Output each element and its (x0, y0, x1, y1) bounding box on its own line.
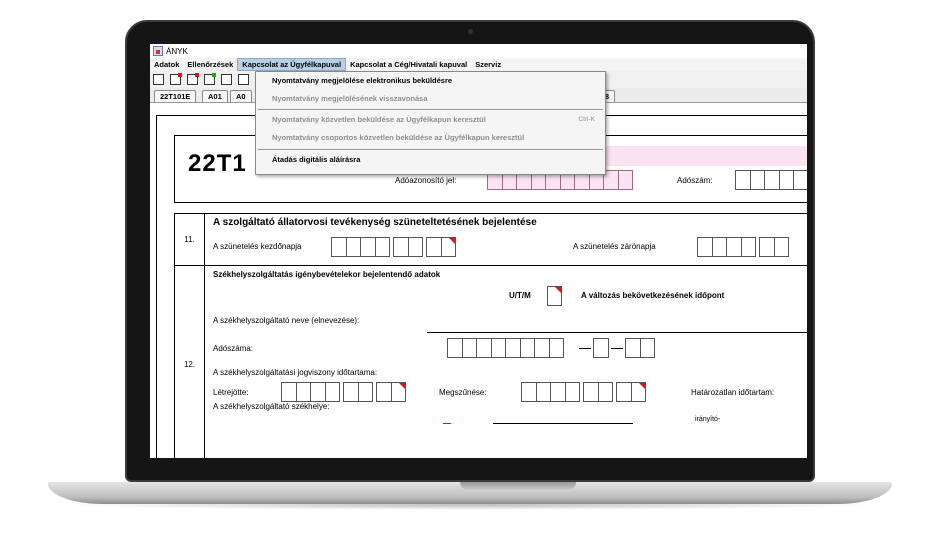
suspension-end-field[interactable] (697, 237, 789, 257)
section-12-number: 12. (175, 266, 205, 458)
contract-period-label: A székhelyszolgáltatási jogviszony időta… (213, 368, 378, 377)
menu-adatok[interactable]: Adatok (150, 58, 183, 71)
tab-22t101e[interactable]: 22T101E (154, 90, 197, 102)
menu-item-label: Átadás digitális aláírásra (272, 155, 361, 164)
seat-line (493, 423, 633, 424)
tax-number-label: Adószám: (677, 176, 713, 185)
provider-tax-number-label: Adószáma: (213, 344, 254, 353)
save-mark-icon[interactable] (204, 73, 216, 85)
menu-item-shortcut: Ctrl-K (578, 116, 595, 123)
menu-item-label: Nyomtatvány megjelölésének visszavonása (272, 94, 428, 103)
tax-number-dash (579, 348, 591, 349)
menu-item-digital-signature[interactable]: Átadás digitális aláírásra (256, 151, 605, 169)
tax-number-dash-2 (611, 348, 623, 349)
tab-a01[interactable]: A01 (202, 90, 228, 102)
menu-separator (258, 149, 603, 150)
seat-marker (443, 423, 451, 424)
app-icon (153, 46, 163, 56)
menu-item-revoke-mark[interactable]: Nyomtatvány megjelölésének visszavonása (256, 90, 605, 108)
section-11-number: 11. (175, 214, 205, 265)
menu-bar: Adatok Ellenőrzések Kapcsolat az Ügyfélk… (150, 58, 807, 71)
menu-ceg-hivatali-kapu[interactable]: Kapcsolat a Cég/Hivatali kapuval (346, 58, 471, 71)
section-12-title: Székhelyszolgáltatás igénybevételekor be… (213, 270, 441, 279)
laptop-base (48, 482, 892, 504)
indefinite-period-label: Határozatlan időtartam: (691, 388, 775, 397)
menu-separator (258, 109, 603, 110)
suspension-end-label: A szünetelés zárónapja (573, 242, 656, 251)
postal-code-label: irányító- (695, 416, 721, 423)
menu-ugyfelkapu[interactable]: Kapcsolat az Ügyfélkapuval (237, 58, 347, 71)
section-11-title: A szolgáltató állatorvosi tevékenység sz… (213, 217, 537, 228)
open-icon[interactable] (153, 74, 164, 85)
provider-tax-number-county-field[interactable] (625, 338, 655, 358)
utm-label: U/T/M (509, 291, 531, 300)
provider-seat-label: A székhelyszolgáltató székhelye: (213, 402, 330, 411)
screen: ÁNYK Adatok Ellenőrzések Kapcsolat az Üg… (150, 44, 807, 458)
section-11: 11. A szolgáltató állatorvosi tevékenysé… (174, 213, 807, 266)
provider-tax-number-check-field[interactable] (593, 338, 609, 358)
print-icon[interactable] (221, 74, 232, 85)
provider-tax-number-field[interactable] (447, 338, 564, 358)
suspension-start-field[interactable] (331, 237, 456, 257)
ugyfelkapu-dropdown-menu: Nyomtatvány megjelölése elektronikus bek… (255, 71, 606, 175)
section-12: 12. Székhelyszolgáltatás igénybevételeko… (174, 265, 807, 458)
tax-id-label: Adóazonosító jel: (395, 176, 457, 185)
terminated-date-field[interactable] (521, 382, 646, 402)
settings-icon[interactable] (238, 74, 249, 85)
suspension-start-label: A szünetelés kezdőnapja (213, 242, 302, 251)
menu-item-label: Nyomtatvány közvetlen beküldése az Ügyfé… (272, 115, 486, 124)
menu-ellenorzesek[interactable]: Ellenőrzések (183, 58, 237, 71)
menu-item-group-direct-submit[interactable]: Nyomtatvány csoportos közvetlen beküldés… (256, 129, 605, 147)
save-send-icon[interactable] (187, 73, 199, 85)
menu-item-label: Nyomtatvány csoportos közvetlen beküldés… (272, 133, 525, 142)
menu-item-direct-submit[interactable]: Nyomtatvány közvetlen beküldése az Ügyfé… (256, 111, 605, 129)
menu-item-mark-for-submission[interactable]: Nyomtatvány megjelölése elektronikus bek… (256, 72, 605, 90)
title-bar: ÁNYK (150, 44, 807, 58)
laptop-notch (460, 482, 576, 490)
tax-number-field[interactable] (735, 170, 807, 190)
created-date-field[interactable] (281, 382, 406, 402)
change-date-label: A változás bekövetkezésének időpont (581, 291, 725, 300)
tab-a0[interactable]: A0 (230, 90, 252, 102)
provider-name-line (427, 332, 807, 333)
terminated-label: Megszűnése: (439, 388, 487, 397)
menu-szerviz[interactable]: Szerviz (471, 58, 505, 71)
window-title: ÁNYK (166, 46, 188, 56)
created-label: Létrejötte: (213, 388, 249, 397)
camera-icon (468, 29, 473, 34)
form-code: 22T1 (188, 150, 247, 177)
provider-name-label: A székhelyszolgáltató neve (elnevezése): (213, 316, 360, 325)
menu-item-label: Nyomtatvány megjelölése elektronikus bek… (272, 76, 453, 85)
save-icon[interactable] (170, 73, 182, 85)
utm-field[interactable] (547, 286, 562, 306)
